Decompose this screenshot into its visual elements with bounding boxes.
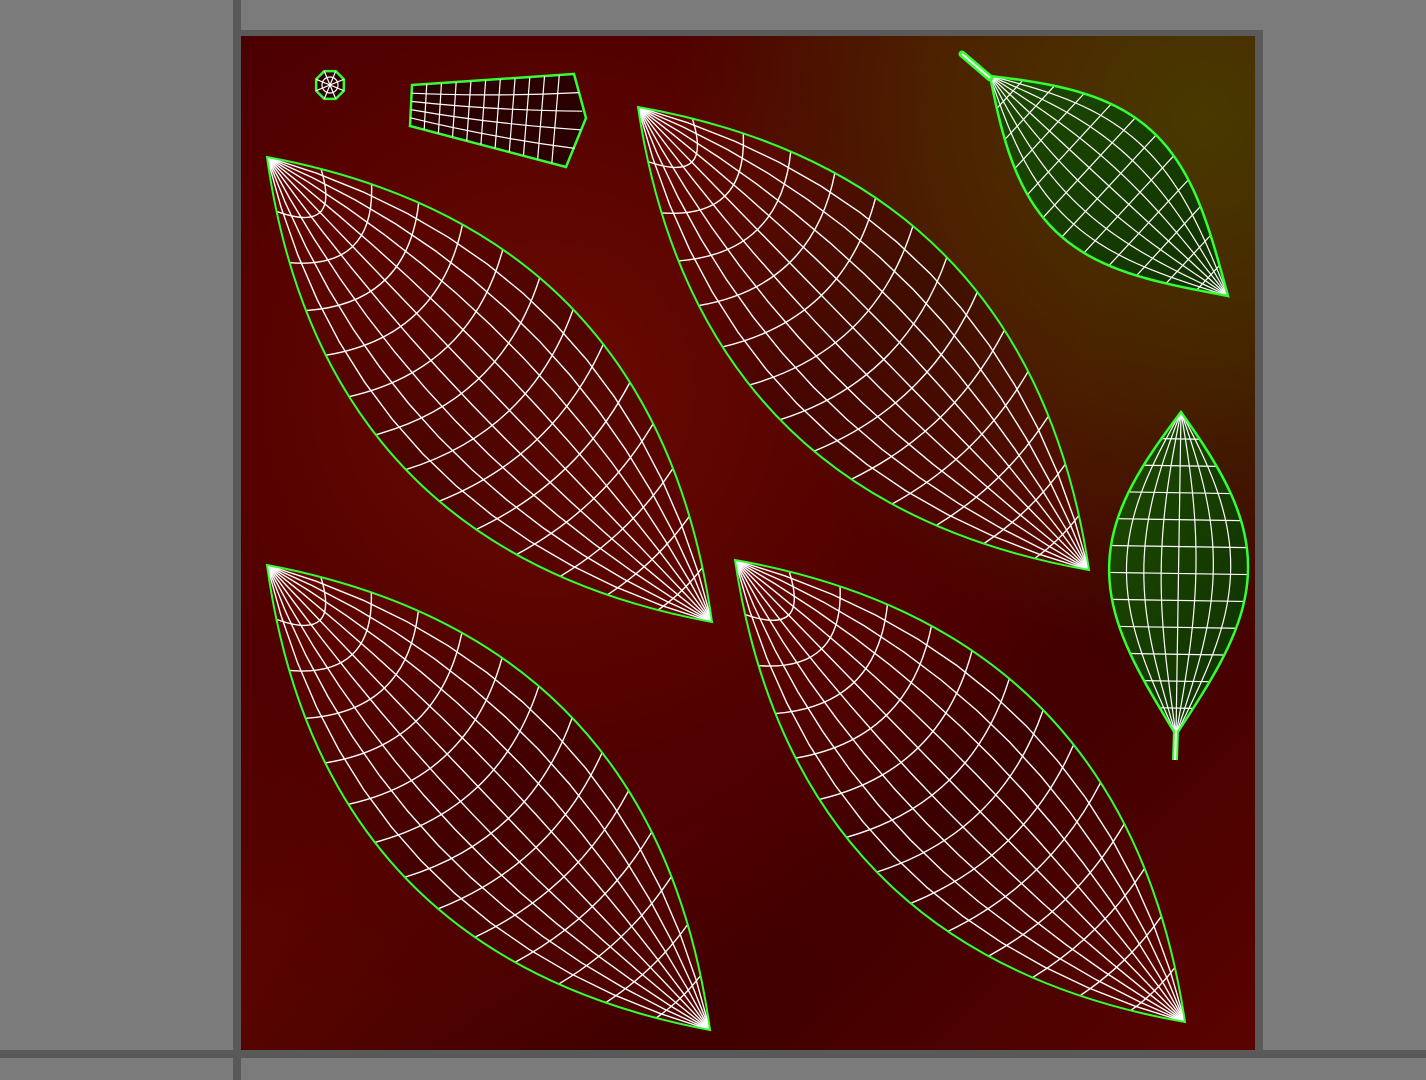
- petal-shell-top-left[interactable]: [265, 155, 714, 624]
- leaf-diagonal-petiole-wire: [961, 53, 991, 79]
- stem-shell-border: [408, 72, 588, 169]
- uv-wireframe-layer[interactable]: [0, 0, 1426, 1080]
- leaf-shell-diagonal[interactable]: [958, 50, 1230, 298]
- leaf-vertical-petiole-wire: [1174, 729, 1177, 761]
- leaf-shell-vertical-edge-row: [1159, 707, 1194, 709]
- leaf-shell-vertical-edge-row: [1161, 438, 1200, 440]
- petal-shell-bottom-center-edge-column: [734, 559, 1186, 1023]
- petal-shell-bottom-center[interactable]: [733, 558, 1187, 1024]
- center-cap-shell[interactable]: [314, 69, 346, 101]
- leaf-shell-vertical[interactable]: [1107, 409, 1250, 761]
- petal-shell-bottom-left[interactable]: [265, 563, 712, 1032]
- petal-shell-bottom-left-edge-column: [266, 564, 711, 1031]
- petal-shell-top-left-edge-column: [266, 156, 713, 623]
- stem-shell[interactable]: [408, 72, 588, 169]
